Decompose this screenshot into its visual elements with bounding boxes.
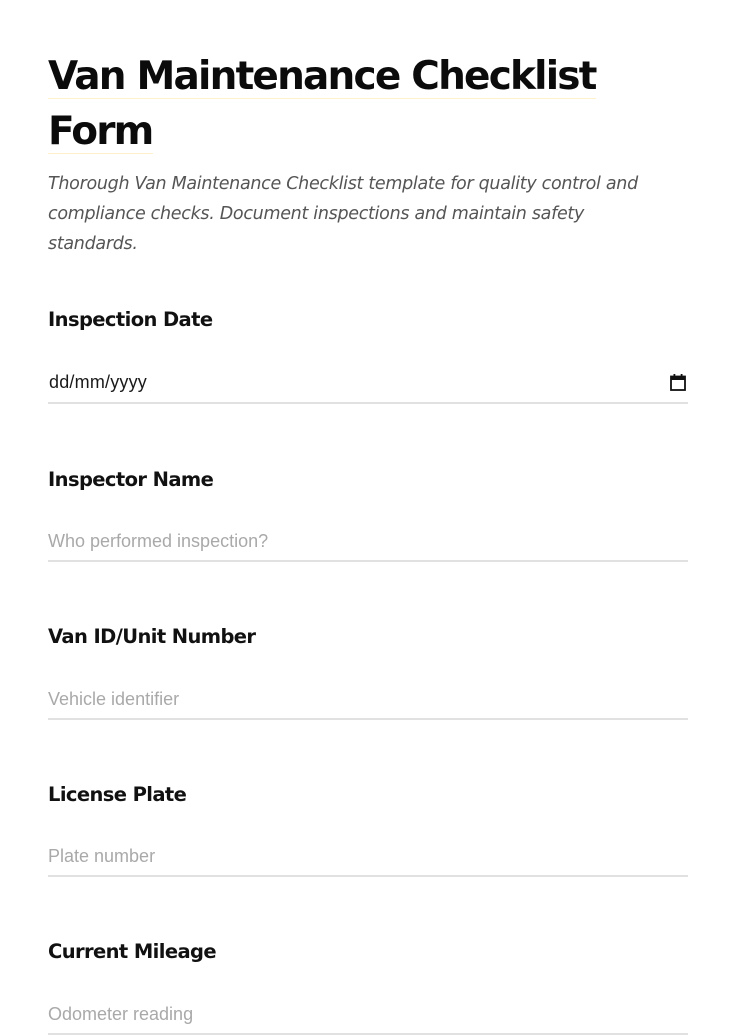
- inspector-name-input[interactable]: [48, 522, 688, 562]
- form-title: Van Maintenance Checklist Form: [48, 49, 688, 159]
- current-mileage-input[interactable]: [48, 995, 688, 1035]
- inspection-date-label: Inspection Date: [48, 308, 213, 331]
- license-plate-label: License Plate: [48, 783, 187, 806]
- inspector-name-label: Inspector Name: [48, 468, 214, 491]
- van-id-label: Van ID/Unit Number: [48, 625, 256, 648]
- form-title-line-2: Form: [48, 109, 154, 154]
- license-plate-input[interactable]: [48, 837, 688, 877]
- inspection-date-input[interactable]: dd/mm/yyyy: [48, 362, 688, 404]
- form-description: Thorough Van Maintenance Checklist templ…: [48, 174, 638, 254]
- calendar-icon[interactable]: [670, 374, 686, 391]
- form-container: Van Maintenance Checklist Form Thorough V…: [48, 0, 688, 1035]
- form-title-line-1: Van Maintenance Checklist: [48, 54, 597, 99]
- current-mileage-label: Current Mileage: [48, 940, 217, 963]
- van-id-input[interactable]: [48, 680, 688, 720]
- inspection-date-value: dd/mm/yyyy: [49, 372, 148, 392]
